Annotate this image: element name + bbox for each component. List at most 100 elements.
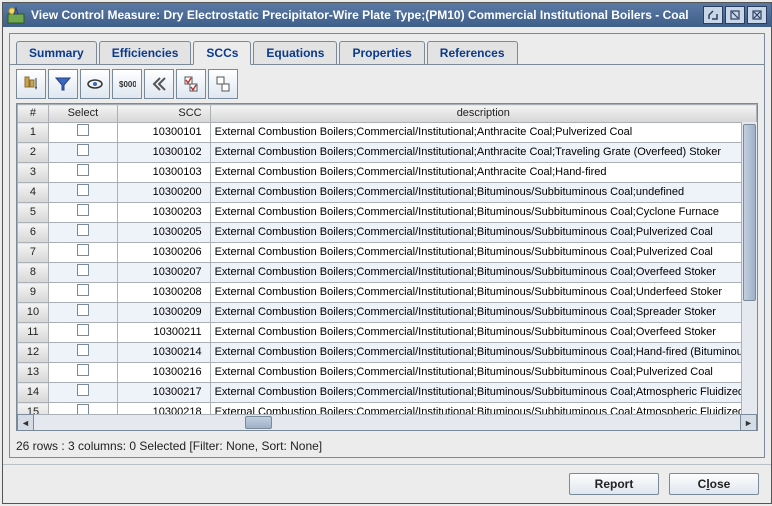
table-row[interactable]: 1 10300101External Combustion Boilers;Com… xyxy=(18,123,757,143)
table-row[interactable]: 710300206External Combustion Boilers;Com… xyxy=(18,243,757,263)
select-cell[interactable] xyxy=(48,363,117,383)
table-row[interactable]: 210300102External Combustion Boilers;Com… xyxy=(18,143,757,163)
select-cell[interactable] xyxy=(48,303,117,323)
scc-cell: 10300101 xyxy=(117,123,210,143)
vertical-scrollbar[interactable] xyxy=(741,122,757,414)
scc-cell: 10300218 xyxy=(117,403,210,415)
checkbox[interactable] xyxy=(77,284,89,296)
select-cell[interactable] xyxy=(48,243,117,263)
row-number: 9 xyxy=(18,283,49,303)
table-row[interactable]: 1510300218External Combustion Boilers;Co… xyxy=(18,403,757,415)
tab-properties[interactable]: Properties xyxy=(339,41,424,64)
row-number: 11 xyxy=(18,323,49,343)
select-cell[interactable] xyxy=(48,343,117,363)
scc-cell: 10300205 xyxy=(117,223,210,243)
table-row[interactable]: 910300208External Combustion Boilers;Com… xyxy=(18,283,757,303)
clear-selection-button[interactable] xyxy=(208,69,238,99)
description-cell: External Combustion Boilers;Commercial/I… xyxy=(210,143,756,163)
close-button[interactable]: Close xyxy=(669,473,759,495)
checkbox[interactable] xyxy=(77,304,89,316)
select-cell[interactable] xyxy=(48,183,117,203)
col-description[interactable]: description xyxy=(210,105,756,123)
select-cell[interactable] xyxy=(48,323,117,343)
row-number: 2 xyxy=(18,143,49,163)
description-cell: External Combustion Boilers;Commercial/I… xyxy=(210,243,756,263)
scc-cell: 10300200 xyxy=(117,183,210,203)
tab-efficiencies[interactable]: Efficiencies xyxy=(99,41,192,64)
tab-sccs[interactable]: SCCs xyxy=(193,41,251,65)
scroll-right-icon[interactable]: ► xyxy=(740,414,757,431)
checkbox[interactable] xyxy=(77,224,89,236)
description-cell: External Combustion Boilers;Commercial/I… xyxy=(210,303,756,323)
minimize-icon[interactable] xyxy=(703,6,723,24)
scc-cell: 10300208 xyxy=(117,283,210,303)
svg-text:$000: $000 xyxy=(119,80,136,89)
checkbox[interactable] xyxy=(77,124,89,136)
checkbox[interactable] xyxy=(77,384,89,396)
table-row[interactable]: 1010300209External Combustion Boilers;Co… xyxy=(18,303,757,323)
col-rownum[interactable]: # xyxy=(18,105,49,123)
table-row[interactable]: 1110300211External Combustion Boilers;Co… xyxy=(18,323,757,343)
select-cell[interactable] xyxy=(48,383,117,403)
row-number: 12 xyxy=(18,343,49,363)
tab-equations[interactable]: Equations xyxy=(253,41,337,64)
table-row[interactable]: 310300103External Combustion Boilers;Com… xyxy=(18,163,757,183)
show-hide-button[interactable] xyxy=(80,69,110,99)
row-number: 7 xyxy=(18,243,49,263)
checkbox[interactable] xyxy=(77,324,89,336)
select-cell[interactable] xyxy=(48,283,117,303)
button-bar: Report Close xyxy=(3,464,771,503)
col-select[interactable]: Select xyxy=(48,105,117,123)
table-row[interactable]: 1310300216External Combustion Boilers;Co… xyxy=(18,363,757,383)
select-cell[interactable] xyxy=(48,263,117,283)
checkbox[interactable] xyxy=(77,184,89,196)
description-cell: External Combustion Boilers;Commercial/I… xyxy=(210,123,756,143)
row-number: 1 xyxy=(18,123,49,143)
select-cell[interactable] xyxy=(48,403,117,415)
select-cell[interactable] xyxy=(48,163,117,183)
tab-references[interactable]: References xyxy=(427,41,518,64)
checkbox[interactable] xyxy=(77,204,89,216)
row-number: 4 xyxy=(18,183,49,203)
description-cell: External Combustion Boilers;Commercial/I… xyxy=(210,363,756,383)
content-panel: Summary Efficiencies SCCs Equations Prop… xyxy=(9,33,765,458)
select-all-button[interactable] xyxy=(176,69,206,99)
report-button[interactable]: Report xyxy=(569,473,659,495)
close-icon[interactable] xyxy=(747,6,767,24)
checkbox[interactable] xyxy=(77,144,89,156)
tab-summary[interactable]: Summary xyxy=(16,41,97,64)
table-row[interactable]: 810300207External Combustion Boilers;Com… xyxy=(18,263,757,283)
table-row[interactable]: 610300205External Combustion Boilers;Com… xyxy=(18,223,757,243)
filter-button[interactable] xyxy=(48,69,78,99)
app-icon xyxy=(7,6,25,24)
select-cell[interactable] xyxy=(48,123,117,143)
checkbox[interactable] xyxy=(77,364,89,376)
sort-button[interactable] xyxy=(16,69,46,99)
maximize-icon[interactable] xyxy=(725,6,745,24)
table-row[interactable]: 410300200External Combustion Boilers;Com… xyxy=(18,183,757,203)
checkbox[interactable] xyxy=(77,344,89,356)
data-grid: # Select SCC description 110300101Extern… xyxy=(16,103,758,431)
select-cell[interactable] xyxy=(48,143,117,163)
scc-cell: 10300217 xyxy=(117,383,210,403)
checkbox[interactable] xyxy=(77,244,89,256)
scc-cell: 10300214 xyxy=(117,343,210,363)
table-row[interactable]: 1410300217External Combustion Boilers;Co… xyxy=(18,383,757,403)
select-cell[interactable] xyxy=(48,223,117,243)
scc-cell: 10300103 xyxy=(117,163,210,183)
table-row[interactable]: 1210300214External Combustion Boilers;Co… xyxy=(18,343,757,363)
checkbox[interactable] xyxy=(77,404,89,414)
checkbox[interactable] xyxy=(77,164,89,176)
description-cell: External Combustion Boilers;Commercial/I… xyxy=(210,223,756,243)
reset-button[interactable] xyxy=(144,69,174,99)
format-button[interactable]: $000 xyxy=(112,69,142,99)
row-number: 5 xyxy=(18,203,49,223)
horizontal-scrollbar[interactable]: ◄ ► xyxy=(17,414,757,430)
scc-cell: 10300211 xyxy=(117,323,210,343)
table-row[interactable]: 510300203External Combustion Boilers;Com… xyxy=(18,203,757,223)
col-scc[interactable]: SCC xyxy=(117,105,210,123)
select-cell[interactable] xyxy=(48,203,117,223)
description-cell: External Combustion Boilers;Commercial/I… xyxy=(210,163,756,183)
checkbox[interactable] xyxy=(77,264,89,276)
scc-cell: 10300207 xyxy=(117,263,210,283)
